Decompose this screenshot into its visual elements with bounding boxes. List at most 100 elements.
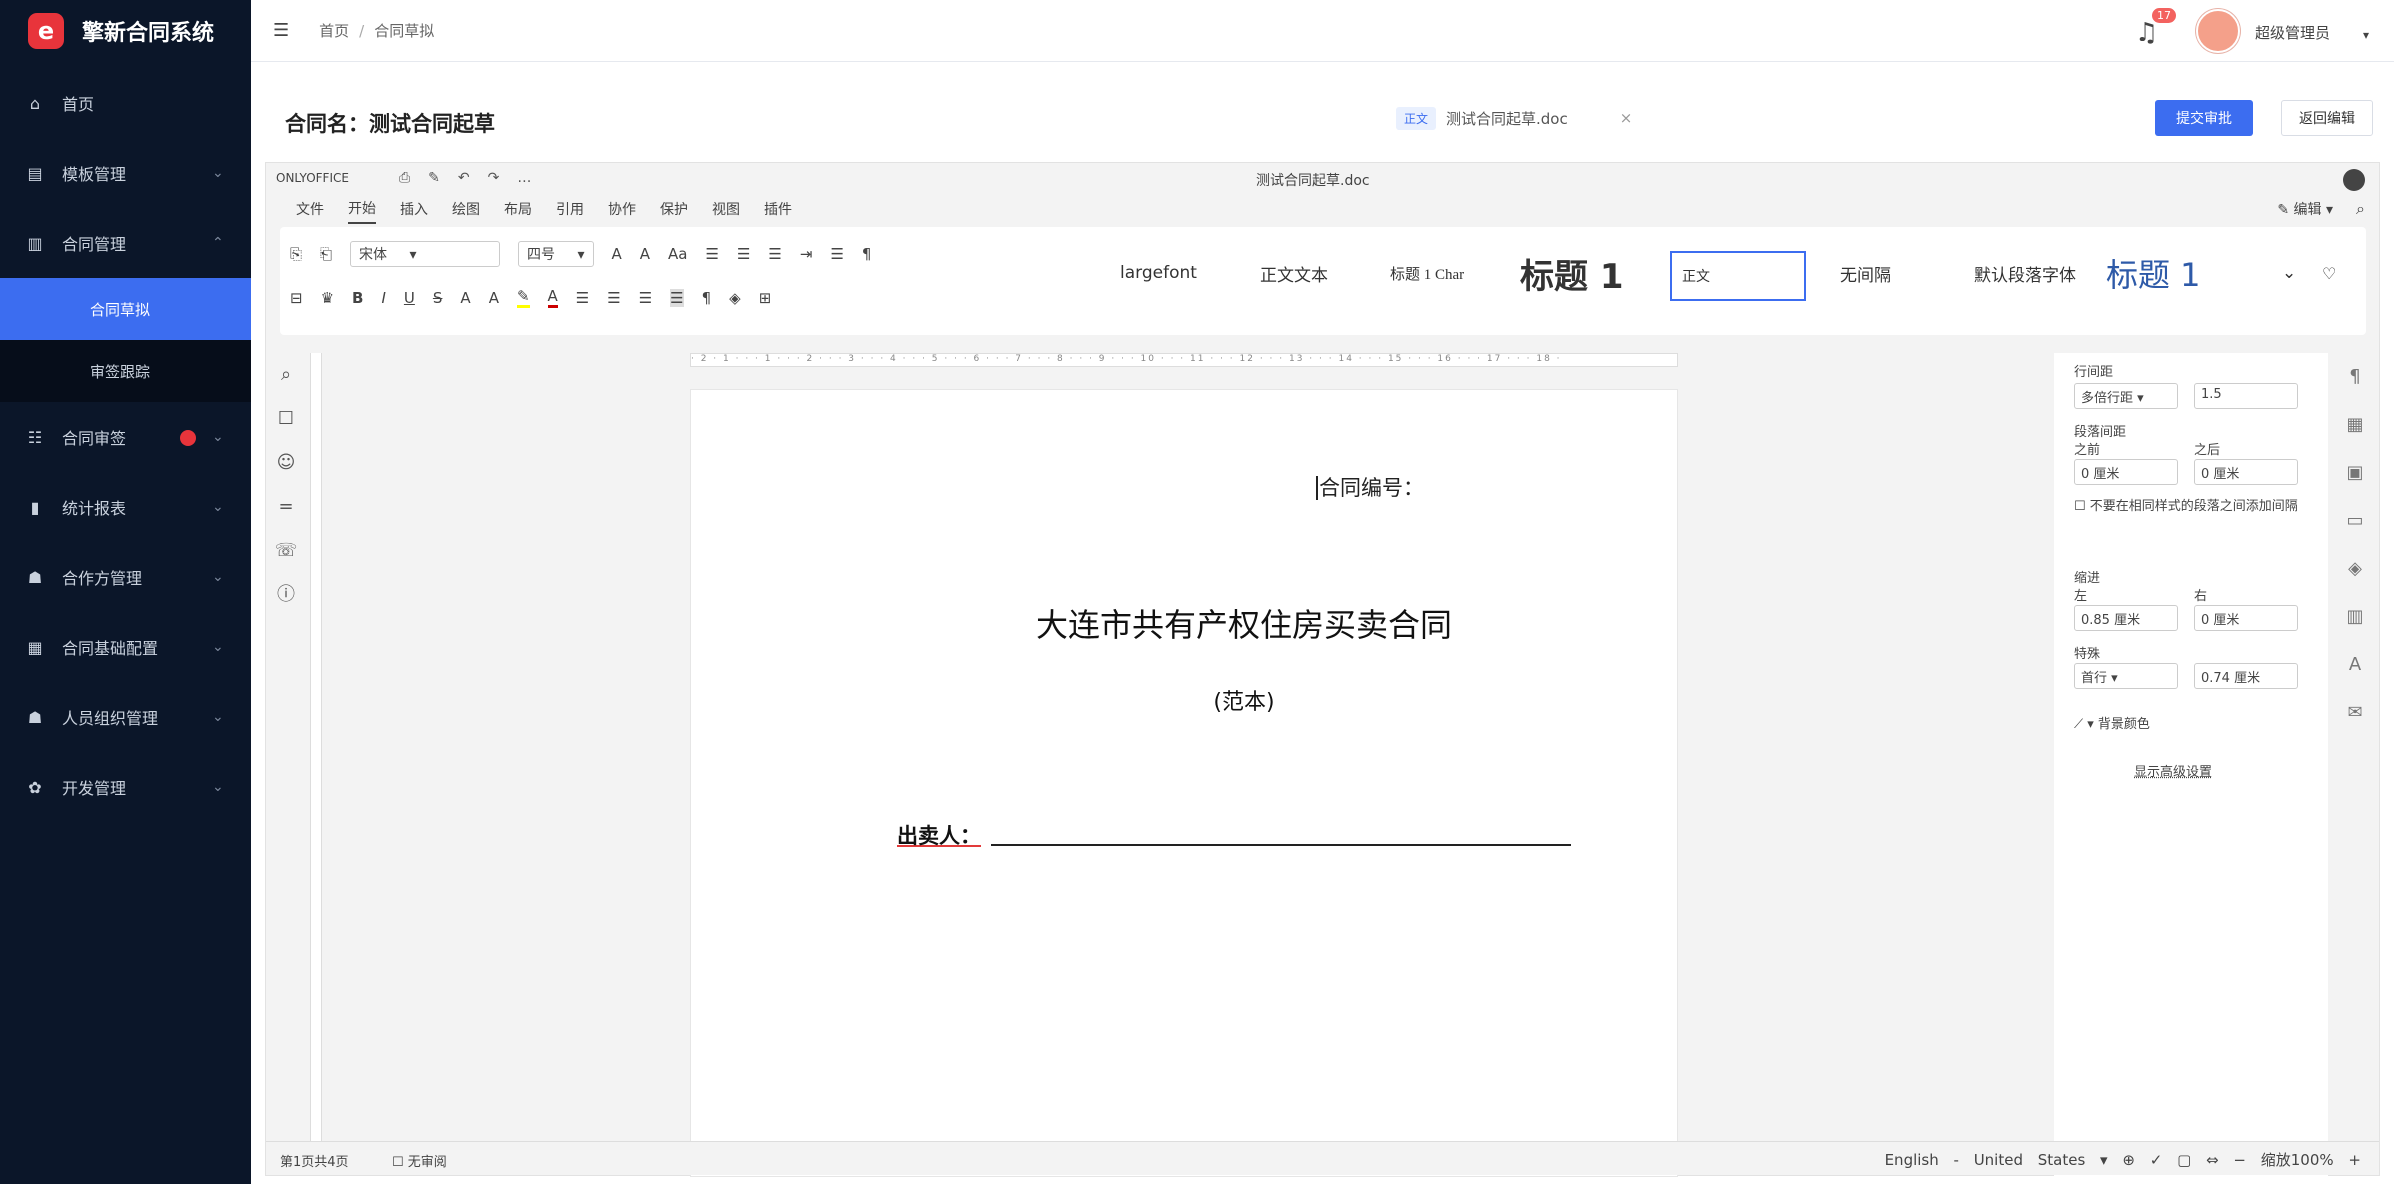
bold-icon[interactable]: B [352, 289, 363, 307]
horizontal-ruler[interactable]: · 2 · 1 · · · 1 · · · 2 · · · 3 · · · 4 … [690, 353, 1678, 367]
align-center-icon[interactable]: ☰ [607, 289, 620, 307]
language-select[interactable]: English - United States [1885, 1151, 2086, 1169]
bg-color-swatch-icon[interactable]: ⟋ ▾ [2074, 717, 2094, 732]
find-icon[interactable]: ⌕ [274, 353, 298, 397]
style-default-para[interactable]: 默认段落字体 [1974, 243, 2076, 303]
shading-icon[interactable]: ◈ [729, 289, 741, 307]
textart-icon[interactable]: A [2340, 641, 2370, 689]
copy-icon[interactable]: ⎘ [290, 245, 302, 263]
ribbon-tab[interactable]: 引用 [556, 195, 584, 223]
indent-icon[interactable]: ⇥ [800, 245, 813, 263]
italic-icon[interactable]: I [381, 289, 385, 307]
image-settings-icon[interactable]: ▣ [2340, 449, 2370, 497]
editor-user-icon[interactable] [2343, 169, 2365, 191]
sidebar-item-dev[interactable]: ✿ 开发管理 ⌄ [0, 752, 251, 822]
bell-icon[interactable]: ♫ [2135, 18, 2158, 48]
signature-icon[interactable]: ✉ [2340, 689, 2370, 737]
ribbon-tab[interactable]: 视图 [712, 195, 740, 223]
style-heading1-blue[interactable]: 标题 1 [2106, 243, 2201, 303]
close-icon[interactable]: × [1620, 109, 1633, 127]
indent-left-input[interactable]: 0.85 厘米 [2074, 605, 2178, 631]
style-body-text[interactable]: 正文文本 [1260, 243, 1328, 303]
ribbon-tab[interactable]: 绘图 [452, 195, 480, 223]
superscript-icon[interactable]: A [460, 289, 470, 307]
sidebar-subitem-drafting[interactable]: 合同草拟 [0, 278, 251, 340]
justify-icon[interactable]: ☰ [670, 288, 684, 307]
checkbox-icon[interactable]: ☐ [2074, 499, 2086, 514]
same-style-checkbox-row[interactable]: ☐ 不要在相同样式的段落之间添加间隔 [2074, 497, 2304, 517]
shape-settings-icon[interactable]: ◈ [2340, 545, 2370, 593]
styles-expand-icon[interactable]: ⌄ [2282, 243, 2296, 303]
indent-right-input[interactable]: 0 厘米 [2194, 605, 2298, 631]
special-value-input[interactable]: 0.74 厘米 [2194, 663, 2298, 689]
style-normal[interactable]: 正文 [1670, 251, 1806, 301]
comment-icon[interactable]: ☐ [274, 397, 298, 441]
table-settings-icon[interactable]: ▦ [2340, 401, 2370, 449]
strike-icon[interactable]: S [433, 289, 443, 307]
document-page[interactable]: 合同编号： 大连市共有产权住房买卖合同 (范本) 出卖人： [690, 389, 1678, 1177]
paragraph-mark-icon[interactable]: ¶ [862, 245, 872, 263]
shrink-font-icon[interactable]: A [640, 245, 650, 263]
sidebar-item-home[interactable]: ⌂ 首页 [0, 68, 251, 138]
style-heading1[interactable]: 标题 1 [1520, 243, 1624, 303]
sidebar-subitem-tracking[interactable]: 审签跟踪 [0, 340, 251, 402]
bullets-icon[interactable]: ☰ [706, 245, 719, 263]
borders-icon[interactable]: ⊞ [759, 289, 772, 307]
style-largefont[interactable]: largefont [1120, 243, 1197, 303]
multilevel-icon[interactable]: ☰ [768, 245, 781, 263]
line-spacing-icon[interactable]: ☰ [830, 245, 843, 263]
username[interactable]: 超级管理员 [2255, 22, 2330, 43]
avatar[interactable] [2196, 9, 2240, 53]
ribbon-tab[interactable]: 布局 [504, 195, 532, 223]
sidebar-item-partners[interactable]: ☗ 合作方管理 ⌄ [0, 542, 251, 612]
style-no-spacing[interactable]: 无间隔 [1840, 243, 1891, 303]
zoom-in-icon[interactable]: + [2348, 1151, 2361, 1169]
view-mode-dropdown[interactable]: ✎ 编辑 ▾ [2277, 199, 2333, 219]
after-input[interactable]: 0 厘米 [2194, 459, 2298, 485]
numbering-icon[interactable]: ☰ [737, 245, 750, 263]
grow-font-icon[interactable]: A [612, 245, 622, 263]
feedback-icon[interactable]: ☏ [274, 529, 298, 573]
sidebar-item-config[interactable]: ▦ 合同基础配置 ⌄ [0, 612, 251, 682]
font-color-icon[interactable]: A [547, 287, 558, 308]
submit-approval-button[interactable]: 提交审批 [2155, 100, 2253, 136]
user-caret-icon[interactable]: ▾ [2363, 28, 2369, 42]
search-icon[interactable]: ⌕ [2356, 199, 2365, 219]
style-heading1-char[interactable]: 标题 1 Char [1390, 243, 1464, 303]
spellcheck-icon[interactable]: ✓ [2150, 1151, 2163, 1169]
paste-icon[interactable]: ⎗ [320, 245, 332, 263]
nonprint-icon[interactable]: ¶ [702, 289, 712, 307]
app-logo[interactable]: e 擎新合同系统 [0, 0, 251, 62]
ribbon-tab[interactable]: 保护 [660, 195, 688, 223]
menu-toggle-icon[interactable]: ☰ [273, 20, 289, 41]
sidebar-item-contracts[interactable]: ▥ 合同管理 ⌃ [0, 208, 251, 278]
paragraph-settings-icon[interactable]: ¶ [2340, 353, 2370, 401]
sidebar-item-reports[interactable]: ▮ 统计报表 ⌄ [0, 472, 251, 542]
highlight-icon[interactable]: ✎ [516, 287, 530, 308]
line-spacing-value-input[interactable]: 1.5 [2194, 383, 2298, 409]
track-changes[interactable]: ☐ 无审阅 [392, 1151, 447, 1170]
file-tab[interactable]: 正文 测试合同起草.doc × [1396, 99, 1632, 137]
quick-access-toolbar[interactable]: ⎙✎↶↷… [399, 170, 549, 186]
bg-color-row[interactable]: ⟋ ▾ 背景颜色 [2074, 713, 2150, 732]
ribbon-tab[interactable]: 文件 [296, 195, 324, 223]
align-right-icon[interactable]: ☰ [639, 289, 652, 307]
clear-icon[interactable]: ⊟ [290, 289, 303, 307]
format-painter-icon[interactable]: ♛ [321, 289, 334, 307]
chat-icon[interactable]: ☺ [274, 441, 298, 485]
advanced-settings-link[interactable]: 显示高级设置 [2134, 761, 2212, 780]
special-type-select[interactable]: 首行 ▾ [2074, 663, 2178, 689]
fit-page-icon[interactable]: ▢ [2177, 1151, 2191, 1169]
breadcrumb-home[interactable]: 首页 [319, 22, 349, 40]
headings-icon[interactable]: = [274, 485, 298, 529]
ribbon-tab[interactable]: 开始 [348, 194, 376, 224]
ribbon-tab[interactable]: 协作 [608, 195, 636, 223]
font-select[interactable]: 宋体 ▾ [350, 241, 501, 267]
align-left-icon[interactable]: ☰ [576, 289, 589, 307]
sidebar-item-people[interactable]: ☗ 人员组织管理 ⌄ [0, 682, 251, 752]
header-footer-icon[interactable]: ▭ [2340, 497, 2370, 545]
zoom-out-icon[interactable]: − [2233, 1151, 2246, 1169]
sidebar-item-templates[interactable]: ▤ 模板管理 ⌄ [0, 138, 251, 208]
styles-panel-icon[interactable]: ♡ [2322, 243, 2336, 303]
fit-width-icon[interactable]: ⇔ [2206, 1151, 2219, 1169]
